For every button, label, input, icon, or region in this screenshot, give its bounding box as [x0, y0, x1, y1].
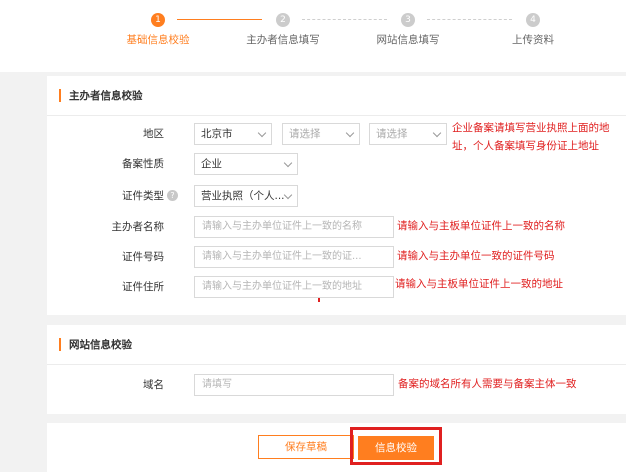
- step-website-info: 3 网站信息填写: [353, 12, 463, 47]
- sponsor-name-hint: 请输入与主板单位证件上一致的名称: [397, 220, 565, 232]
- step-upload: 4 上传资料: [478, 12, 588, 47]
- panel-title: 主办者信息校验: [69, 90, 143, 102]
- help-icon[interactable]: ?: [167, 190, 178, 201]
- accent-bar: [59, 338, 61, 351]
- cert-number-input[interactable]: 请输入与主办单位证件上一致的证...: [194, 246, 394, 268]
- province-select[interactable]: 北京市: [194, 123, 272, 145]
- step-number: 1: [151, 13, 165, 27]
- cert-type-row: 证件类型 ? 营业执照（个人...: [47, 185, 626, 207]
- chevron-down-icon: [257, 128, 267, 138]
- chevron-down-icon: [345, 128, 355, 138]
- panel-title: 网站信息校验: [69, 339, 132, 351]
- action-bar: 保存草稿 信息校验: [47, 423, 626, 472]
- step-number: 2: [276, 13, 290, 27]
- step-number: 3: [401, 13, 415, 27]
- save-draft-button[interactable]: 保存草稿: [258, 435, 354, 459]
- filing-type-select[interactable]: 企业: [194, 153, 298, 175]
- domain-label: 域名: [143, 379, 164, 391]
- website-info-panel: 网站信息校验 域名 请填写 备案的域名所有人需要与备案主体一致: [47, 325, 626, 414]
- cert-type-value: 营业执照（个人...: [201, 190, 285, 202]
- step-number: 4: [526, 13, 540, 27]
- sponsor-name-label: 主办者名称: [111, 221, 165, 233]
- city-placeholder: 请选择: [289, 128, 321, 140]
- filing-type-row: 备案性质 企业: [47, 153, 626, 175]
- region-hint-line1: 企业备案请填写营业执照上面的地: [452, 122, 610, 134]
- cert-number-label: 证件号码: [122, 251, 164, 263]
- cert-address-row: 证件住所 请输入与主办单位证件上一致的地址 请输入与主板单位证件上一致的地址: [47, 276, 626, 298]
- step-label: 主办者信息填写: [246, 34, 320, 46]
- domain-input[interactable]: 请填写: [194, 374, 394, 396]
- step-label: 上传资料: [512, 34, 554, 46]
- district-select[interactable]: 请选择: [369, 123, 447, 145]
- city-select[interactable]: 请选择: [282, 123, 360, 145]
- chevron-down-icon: [432, 128, 442, 138]
- chevron-down-icon: [283, 158, 293, 168]
- region-hint-line2: 址，个人备案填写身份证上地址: [452, 140, 599, 152]
- domain-hint: 备案的域名所有人需要与备案主体一致: [398, 378, 577, 390]
- cert-address-hint: 请输入与主板单位证件上一致的地址: [395, 278, 563, 290]
- highlight-box: 信息校验: [350, 427, 442, 465]
- accent-bar: [59, 89, 61, 102]
- step-label: 网站信息填写: [376, 34, 440, 46]
- cert-type-select[interactable]: 营业执照（个人...: [194, 185, 298, 207]
- step-label: 基础信息校验: [126, 34, 190, 46]
- cert-number-hint: 请输入与主办单位一致的证件号码: [397, 250, 555, 262]
- verify-button[interactable]: 信息校验: [358, 436, 434, 460]
- region-row: 地区 北京市 请选择 请选择 企业备案请填写营业执照上面的地 址，个人备案填写身…: [47, 122, 626, 152]
- filing-type-value: 企业: [201, 158, 222, 170]
- filing-type-label: 备案性质: [122, 158, 164, 170]
- cert-address-label: 证件住所: [122, 281, 164, 293]
- step-basic-info: 1 基础信息校验: [103, 12, 213, 47]
- sponsor-info-panel: 主办者信息校验 地区 北京市 请选择 请选择 企业备案请填写营业执照上面的地 址…: [47, 76, 626, 315]
- chevron-down-icon: [283, 190, 293, 200]
- cursor-mark: [318, 298, 320, 302]
- panel-header: 网站信息校验: [47, 325, 626, 365]
- district-placeholder: 请选择: [376, 128, 408, 140]
- province-value: 北京市: [201, 128, 233, 140]
- region-label: 地区: [143, 128, 164, 140]
- sponsor-name-row: 主办者名称 请输入与主办单位证件上一致的名称 请输入与主板单位证件上一致的名称: [47, 216, 626, 238]
- step-sponsor-info: 2 主办者信息填写: [228, 12, 338, 47]
- panel-header: 主办者信息校验: [47, 76, 626, 116]
- sponsor-name-input[interactable]: 请输入与主办单位证件上一致的名称: [194, 216, 394, 238]
- cert-address-input[interactable]: 请输入与主办单位证件上一致的地址: [194, 276, 394, 298]
- cert-type-label: 证件类型: [122, 190, 164, 202]
- domain-row: 域名 请填写 备案的域名所有人需要与备案主体一致: [47, 374, 626, 396]
- cert-number-row: 证件号码 请输入与主办单位证件上一致的证... 请输入与主办单位一致的证件号码: [47, 246, 626, 268]
- step-progress: 1 基础信息校验 2 主办者信息填写 3 网站信息填写 4 上传资料: [0, 0, 626, 72]
